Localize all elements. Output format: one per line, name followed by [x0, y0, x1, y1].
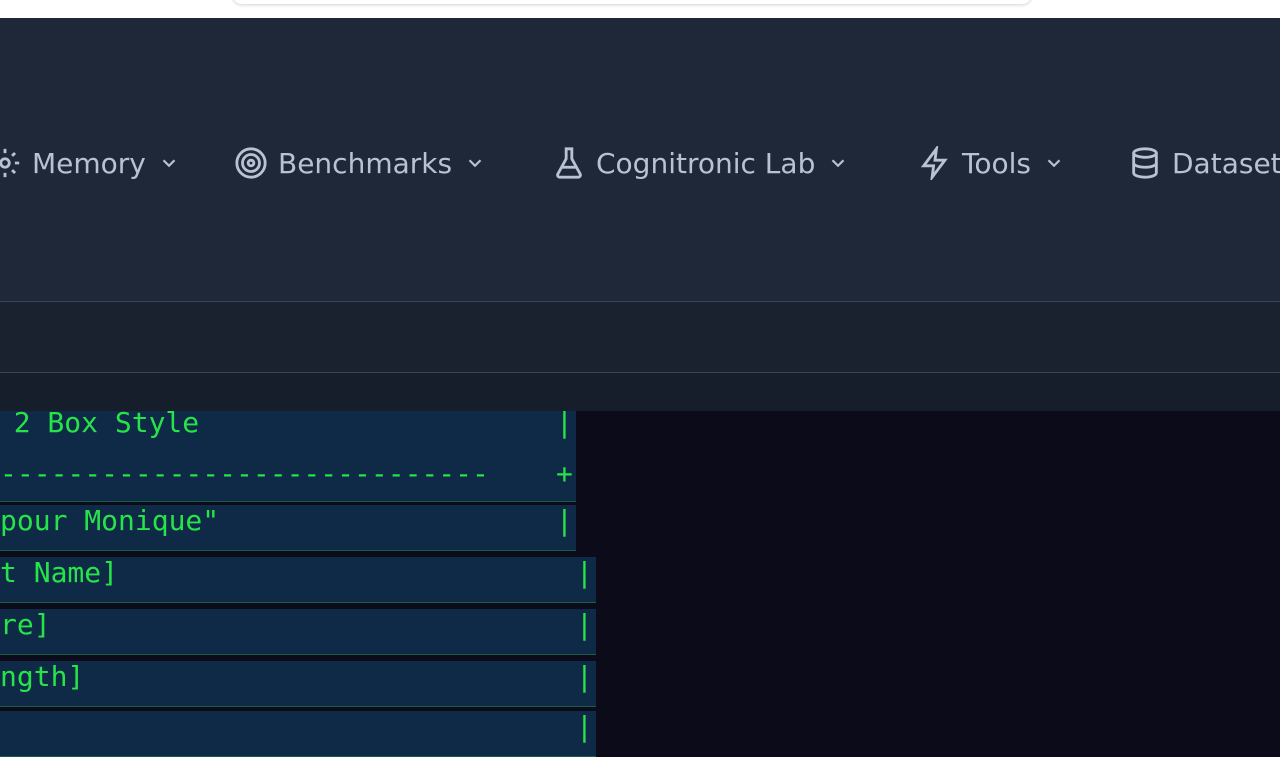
terminal-line-border: | [556, 504, 573, 537]
chevron-down-icon [827, 152, 849, 174]
terminal-output: 2 Box Style | --------------------------… [0, 406, 1280, 757]
terminal-line-text: pour Monique" [0, 504, 220, 537]
chevron-down-icon [158, 152, 180, 174]
nav-item-tools[interactable]: Tools [918, 143, 1065, 183]
terminal-line: ngth] | [0, 661, 596, 707]
nav-item-label: Cognitronic Lab [596, 146, 816, 180]
terminal-line-text: 2 Box Style [0, 406, 200, 439]
terminal-line-border: | [556, 406, 573, 439]
gear-icon [0, 146, 22, 180]
chevron-down-icon [464, 152, 486, 174]
terminal-line: ----------------------------- + [0, 456, 576, 502]
chevron-down-icon [1043, 152, 1065, 174]
terminal-line: | [0, 711, 596, 757]
flask-icon [552, 146, 586, 180]
nav-item-label: Tools [962, 146, 1031, 180]
terminal-line-text: t Name] [0, 556, 119, 589]
terminal-line-text: re] [0, 608, 51, 641]
terminal-line: t Name] | [0, 557, 596, 603]
nav-item-benchmarks[interactable]: Benchmarks [234, 143, 486, 183]
terminal-line-border: | [576, 710, 593, 743]
top-navbar: Memory Benchmarks Cognitronic Lab Tools [0, 18, 1280, 302]
terminal-line-text: ngth] [0, 660, 85, 693]
terminal-line-border: | [576, 660, 593, 693]
database-icon [1128, 146, 1162, 180]
terminal-line: re] | [0, 609, 596, 655]
terminal-line-border: | [576, 608, 593, 641]
address-bar[interactable] [232, 0, 1032, 4]
terminal-line-border: | [576, 556, 593, 589]
nav-item-memory[interactable]: Memory [0, 143, 180, 183]
nav-item-label: Datasets [1172, 146, 1280, 180]
nav-item-cognitronic-lab[interactable]: Cognitronic Lab [552, 143, 849, 183]
target-icon [234, 146, 268, 180]
browser-top-strip [0, 0, 1280, 18]
terminal-line-border: + [556, 457, 573, 490]
nav-item-datasets[interactable]: Datasets [1128, 143, 1280, 183]
nav-item-label: Benchmarks [278, 146, 453, 180]
nav-item-label: Memory [32, 146, 146, 180]
terminal-line-text: ----------------------------- [0, 457, 489, 490]
sub-toolbar [0, 302, 1280, 373]
terminal-line: pour Monique" | [0, 505, 576, 551]
lightning-icon [918, 146, 952, 180]
terminal-line: 2 Box Style | [0, 406, 576, 457]
